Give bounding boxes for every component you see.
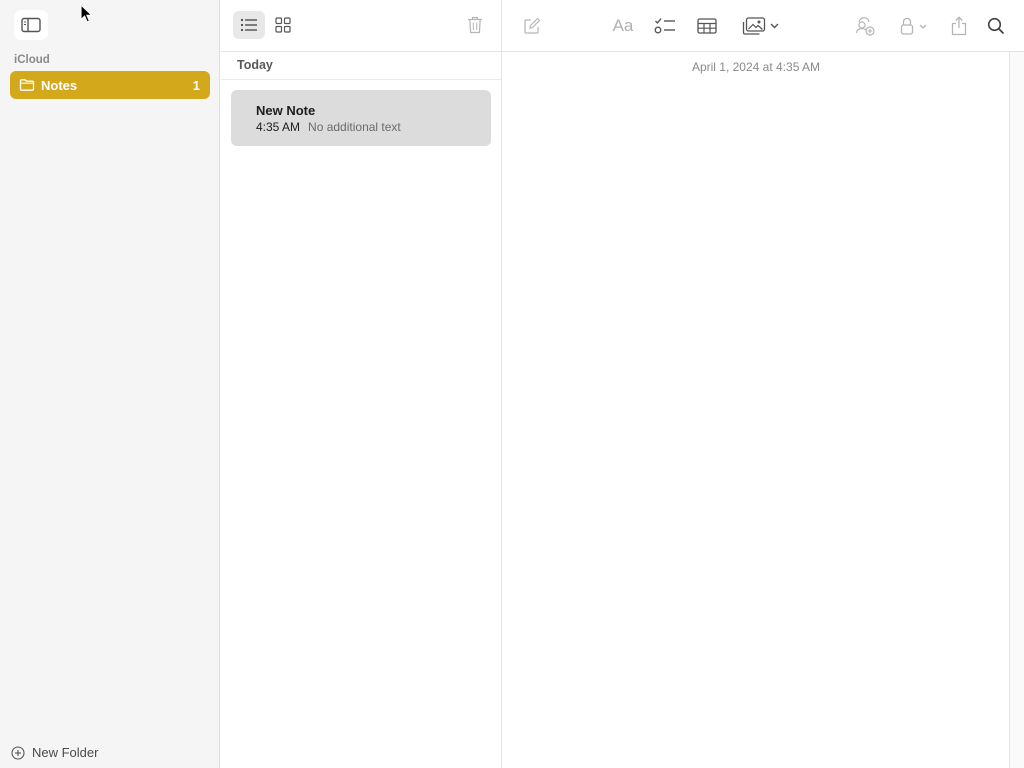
checklist-button[interactable]: [653, 14, 677, 38]
search-button[interactable]: [984, 14, 1008, 38]
new-folder-button[interactable]: New Folder: [11, 745, 98, 760]
sidebar: iCloud Notes 1 New Folder: [0, 0, 220, 768]
scrollbar[interactable]: [1009, 52, 1024, 768]
checklist-icon: [654, 18, 675, 34]
grid-icon: [275, 17, 291, 33]
table-button[interactable]: [695, 14, 719, 38]
list-view-icon: [240, 18, 257, 32]
lock-button[interactable]: [896, 14, 930, 38]
share-icon: [951, 16, 967, 36]
icloud-section-label: iCloud: [14, 54, 50, 66]
share-button[interactable]: [947, 14, 971, 38]
divider: [221, 79, 502, 80]
trash-icon: [468, 16, 482, 34]
media-button[interactable]: [739, 14, 781, 38]
note-date: April 1, 2024 at 4:35 AM: [691, 60, 821, 74]
lock-icon: [900, 17, 913, 35]
new-folder-label: New Folder: [32, 745, 99, 760]
chevron-down-icon: [919, 24, 926, 29]
table-icon: [697, 18, 717, 34]
format-text-button[interactable]: Aa: [610, 14, 636, 38]
media-icon: [742, 17, 765, 35]
folder-count: 1: [192, 77, 200, 93]
note-time: 4:35 AM: [256, 120, 301, 134]
note-editor[interactable]: Aa April 1, 2024 at 4:35 AM: [502, 0, 1024, 768]
search-icon: [987, 17, 1005, 35]
note-list-column: Today New Note 4:35 AM No additional tex…: [221, 0, 502, 768]
sidebar-item-notes[interactable]: Notes 1: [10, 71, 210, 99]
note-preview: No additional text: [308, 120, 401, 134]
collaborate-icon: [855, 17, 875, 36]
note-list-toolbar: [221, 0, 502, 52]
compose-icon: [524, 17, 541, 34]
collaborate-button[interactable]: [853, 14, 877, 38]
sidebar-toggle-button[interactable]: [14, 10, 48, 40]
plus-circle-icon: [11, 745, 25, 760]
chevron-down-icon: [770, 23, 778, 29]
gallery-view-button[interactable]: [267, 11, 299, 39]
format-text-icon: Aa: [612, 16, 634, 35]
compose-button[interactable]: [520, 14, 544, 38]
note-list-item[interactable]: New Note 4:35 AM No additional text: [231, 90, 491, 146]
folder-name: Notes: [41, 77, 78, 93]
note-title: New Note: [256, 103, 316, 118]
mouse-cursor-icon: [80, 4, 94, 23]
sidebar-toggle-icon: [21, 17, 41, 33]
delete-note-button[interactable]: [463, 13, 487, 37]
group-header-today: Today: [237, 58, 273, 72]
editor-toolbar: Aa: [502, 0, 1024, 52]
folder-icon: [19, 78, 35, 92]
list-view-button[interactable]: [233, 11, 265, 39]
